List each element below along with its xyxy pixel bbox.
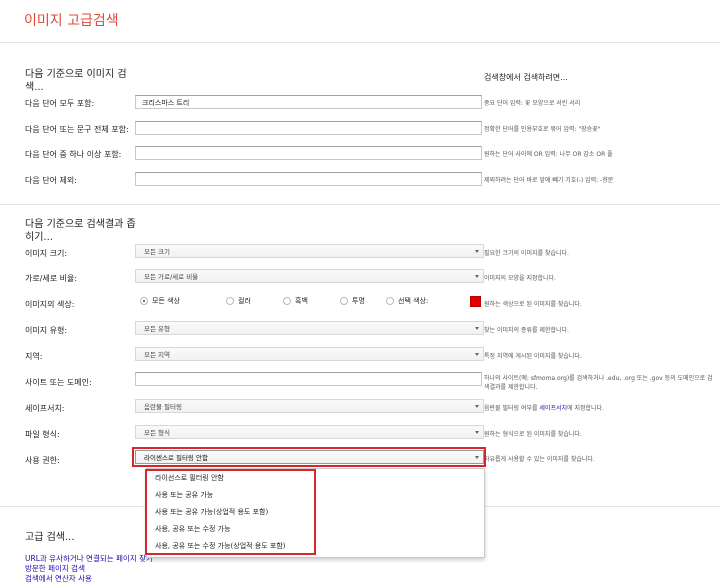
file-type-value: 모든 형식 <box>144 429 170 437</box>
color-swatch[interactable] <box>470 296 481 307</box>
exact-phrase-label: 다음 단어 또는 문구 전체 포함: <box>25 125 129 134</box>
all-words-hint: 중요 단어 입력: 꽃 모양으로 서린 서리 <box>484 100 581 107</box>
section-heading-search: 다음 기준으로 이미지 검색... <box>25 69 127 93</box>
color-radio-bw[interactable] <box>283 297 291 305</box>
safesearch-hint-suffix: 에 지정합니다. <box>567 405 604 412</box>
chevron-down-icon <box>475 405 479 408</box>
image-size-hint: 필요한 크기의 이미지를 찾습니다. <box>484 250 569 257</box>
color-radio-transparent[interactable] <box>340 297 348 305</box>
region-hint: 특정 지역에 게시된 이미지를 찾습니다. <box>484 353 582 360</box>
all-words-input[interactable]: 크리스마스 트리 <box>135 95 482 109</box>
any-words-input[interactable] <box>135 146 482 160</box>
image-type-label: 이미지 유형: <box>25 326 68 335</box>
color-label: 이미지의 색상: <box>25 300 75 309</box>
safesearch-hint: 음란물 필터링 여부를 세이프서치에 지정합니다. <box>484 404 714 413</box>
aspect-ratio-hint: 이미지의 모양을 지정합니다. <box>484 275 556 282</box>
usage-rights-value: 라이센스로 필터링 안함 <box>144 454 208 462</box>
region-value: 모든 지역 <box>144 351 170 359</box>
site-label: 사이트 또는 도메인: <box>25 378 92 387</box>
image-type-hint: 찾는 이미지의 종류를 제한합니다. <box>484 327 569 334</box>
all-words-label: 다음 단어 모두 포함: <box>25 99 95 108</box>
site-hint: 하나의 사이트(예: sfmoma.org)를 검색하거나 .edu, .org… <box>484 375 713 391</box>
page-title: 이미지 고급검색 <box>24 13 119 29</box>
safesearch-label: 세이프서치: <box>25 404 65 413</box>
region-label: 지역: <box>25 352 43 361</box>
file-type-label: 파일 형식: <box>25 430 60 439</box>
usage-rights-hint: 자유롭게 사용할 수 있는 이미지를 찾습니다. <box>484 456 595 463</box>
chevron-down-icon <box>475 353 479 356</box>
chevron-down-icon <box>475 275 479 278</box>
image-size-label: 이미지 크기: <box>25 249 68 258</box>
side-heading: 검색창에서 검색하려면... <box>484 73 568 82</box>
color-radio-custom[interactable] <box>386 297 394 305</box>
chevron-down-icon <box>475 327 479 330</box>
chevron-down-icon <box>475 431 479 434</box>
usage-rights-label: 사용 권한: <box>25 456 60 465</box>
image-type-select[interactable]: 모든 유형 <box>135 321 484 335</box>
exclude-words-label: 다음 단어 제외: <box>25 176 77 185</box>
safesearch-hint-prefix: 음란물 필터링 여부를 <box>484 405 540 412</box>
section-heading-narrow: 다음 기준으로 검색결과 좁히기... <box>25 219 136 243</box>
aspect-ratio-value: 모든 가로/세로 비율 <box>144 273 199 281</box>
site-input[interactable] <box>135 372 482 386</box>
aspect-ratio-select[interactable]: 모든 가로/세로 비율 <box>135 269 484 283</box>
section-heading-advanced: 고급 검색... <box>25 532 75 543</box>
chevron-down-icon <box>475 456 479 459</box>
safesearch-link[interactable]: 세이프서치 <box>539 405 567 412</box>
any-words-label: 다음 단어 중 하나 이상 포함: <box>25 150 122 159</box>
exact-phrase-input[interactable] <box>135 121 482 135</box>
color-option-transparent: 투명 <box>352 297 365 305</box>
image-size-select[interactable]: 모든 크기 <box>135 244 484 258</box>
usage-rights-select[interactable]: 라이센스로 필터링 안함 <box>135 450 484 464</box>
any-words-hint: 원하는 단어 사이에 OR 입력: 나무 OR 감소 OR 풀 <box>484 151 613 158</box>
divider <box>0 204 720 205</box>
aspect-ratio-label: 가로/세로 비율: <box>25 274 78 283</box>
safesearch-value: 음란물 필터링 <box>144 403 182 411</box>
file-type-hint: 원하는 형식으로 된 이미지를 찾습니다. <box>484 431 582 438</box>
image-type-value: 모든 유형 <box>144 325 170 333</box>
color-hint: 원하는 색상으로 된 이미지를 찾습니다. <box>484 301 582 308</box>
chevron-down-icon <box>475 250 479 253</box>
color-radio-group: 모든 색상 컬러 흑백 투명 선택 색상: <box>140 295 470 309</box>
safesearch-select[interactable]: 음란물 필터링 <box>135 399 484 413</box>
color-option-any: 모든 색상 <box>152 297 180 305</box>
image-size-value: 모든 크기 <box>144 248 170 256</box>
file-type-select[interactable]: 모든 형식 <box>135 425 484 439</box>
color-radio-full[interactable] <box>226 297 234 305</box>
divider <box>0 42 720 43</box>
color-option-full: 컬러 <box>238 297 251 305</box>
region-select[interactable]: 모든 지역 <box>135 347 484 361</box>
color-option-custom: 선택 색상: <box>398 297 429 305</box>
dropdown-highlight <box>145 469 316 555</box>
color-radio-any[interactable] <box>140 297 148 305</box>
color-option-bw: 흑백 <box>295 297 308 305</box>
exclude-words-input[interactable] <box>135 172 482 186</box>
exclude-words-hint: 제외하려는 단어 바로 앞에 빼기 기호(-) 입력: -향문 <box>484 177 614 184</box>
exact-phrase-hint: 정확한 단어를 인용부호로 묶어 입력: "장승꽃" <box>484 126 601 133</box>
